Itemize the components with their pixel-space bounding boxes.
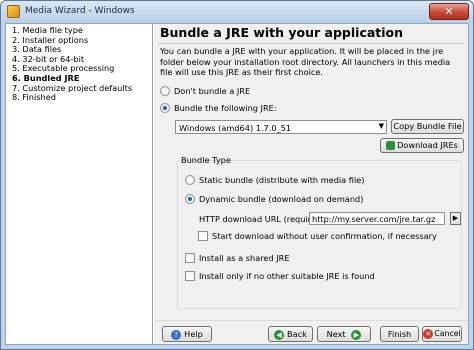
button-bar: ? Help ◀ Back Next ▶ Finish ✕ Cancel: [154, 320, 468, 344]
static-bundle-label[interactable]: Static bundle (distribute with media fil…: [199, 175, 364, 185]
download-url-value: http://my.server.com/jre.tar.gz: [312, 214, 436, 224]
help-label: Help: [184, 329, 203, 339]
heading-divider: [158, 43, 464, 44]
steps-list: 1. Media file type 2. Installer options …: [12, 25, 132, 103]
no-jre-radio[interactable]: [160, 86, 170, 96]
title-bar[interactable]: Media Wizard - Windows ✕: [1, 1, 473, 23]
play-arrow-icon: ▶: [452, 214, 459, 222]
window: Media Wizard - Windows ✕ 1. Media file t…: [0, 0, 474, 350]
jre-select-value: Windows (amd64) 1.7.0_51: [179, 123, 292, 133]
cancel-button[interactable]: ✕ Cancel: [422, 326, 462, 342]
chevron-down-icon[interactable]: ▼: [379, 122, 384, 130]
back-button[interactable]: ◀ Back: [268, 326, 313, 342]
download-icon: [386, 141, 396, 150]
url-label: HTTP download URL (required):: [199, 214, 328, 224]
cancel-icon: ✕: [423, 329, 434, 339]
dynamic-bundle-radio[interactable]: [185, 194, 195, 204]
window-title: Media Wizard - Windows: [25, 6, 135, 16]
download-jres-label: Download JREs: [397, 140, 458, 150]
back-arrow-icon: ◀: [274, 329, 285, 340]
steps-sidebar: 1. Media file type 2. Installer options …: [6, 24, 153, 344]
bundle-jre-label[interactable]: Bundle the following JRE:: [174, 103, 277, 113]
jre-select[interactable]: Windows (amd64) 1.7.0_51 ▼: [175, 120, 387, 134]
next-button[interactable]: Next ▶: [317, 326, 371, 342]
next-label: Next: [326, 329, 346, 339]
dynamic-bundle-label[interactable]: Dynamic bundle (download on demand): [199, 194, 363, 204]
page-title: Bundle a JRE with your application: [160, 25, 404, 40]
finish-button[interactable]: Finish: [380, 326, 419, 342]
static-bundle-radio[interactable]: [185, 175, 195, 185]
copy-bundle-button[interactable]: Copy Bundle File: [391, 119, 464, 134]
download-jres-button[interactable]: Download JREs: [380, 138, 464, 153]
download-url-input[interactable]: http://my.server.com/jre.tar.gz: [309, 212, 445, 225]
bundle-jre-radio[interactable]: [160, 103, 170, 113]
cancel-label: Cancel: [434, 329, 461, 338]
help-button[interactable]: ? Help: [162, 326, 212, 342]
only-if-none-checkbox[interactable]: [185, 271, 195, 281]
shared-jre-label[interactable]: Install as a shared JRE: [199, 253, 290, 263]
description-text: You can bundle a JRE with your applicati…: [160, 46, 451, 77]
step-item: 8. Finished: [12, 92, 56, 103]
next-arrow-icon: ▶: [351, 329, 362, 340]
shared-jre-checkbox[interactable]: [185, 253, 195, 263]
wizard-content: 1. Media file type 2. Installer options …: [5, 23, 469, 345]
url-menu-button[interactable]: ▶: [450, 212, 461, 225]
bundle-type-title: Bundle Type: [181, 155, 231, 165]
start-download-checkbox[interactable]: [198, 231, 208, 241]
finish-label: Finish: [387, 329, 412, 339]
close-button[interactable]: ✕: [429, 3, 469, 20]
only-if-none-label[interactable]: Install only if no other suitable JRE is…: [199, 271, 375, 281]
help-icon: ?: [171, 329, 182, 340]
main-panel: Bundle a JRE with your application You c…: [154, 24, 468, 344]
start-download-label[interactable]: Start download without user confirmation…: [212, 231, 437, 241]
back-label: Back: [287, 329, 307, 339]
copy-bundle-label: Copy Bundle File: [393, 121, 462, 131]
app-icon: [7, 5, 20, 18]
no-jre-label[interactable]: Don't bundle a JRE: [174, 86, 250, 96]
